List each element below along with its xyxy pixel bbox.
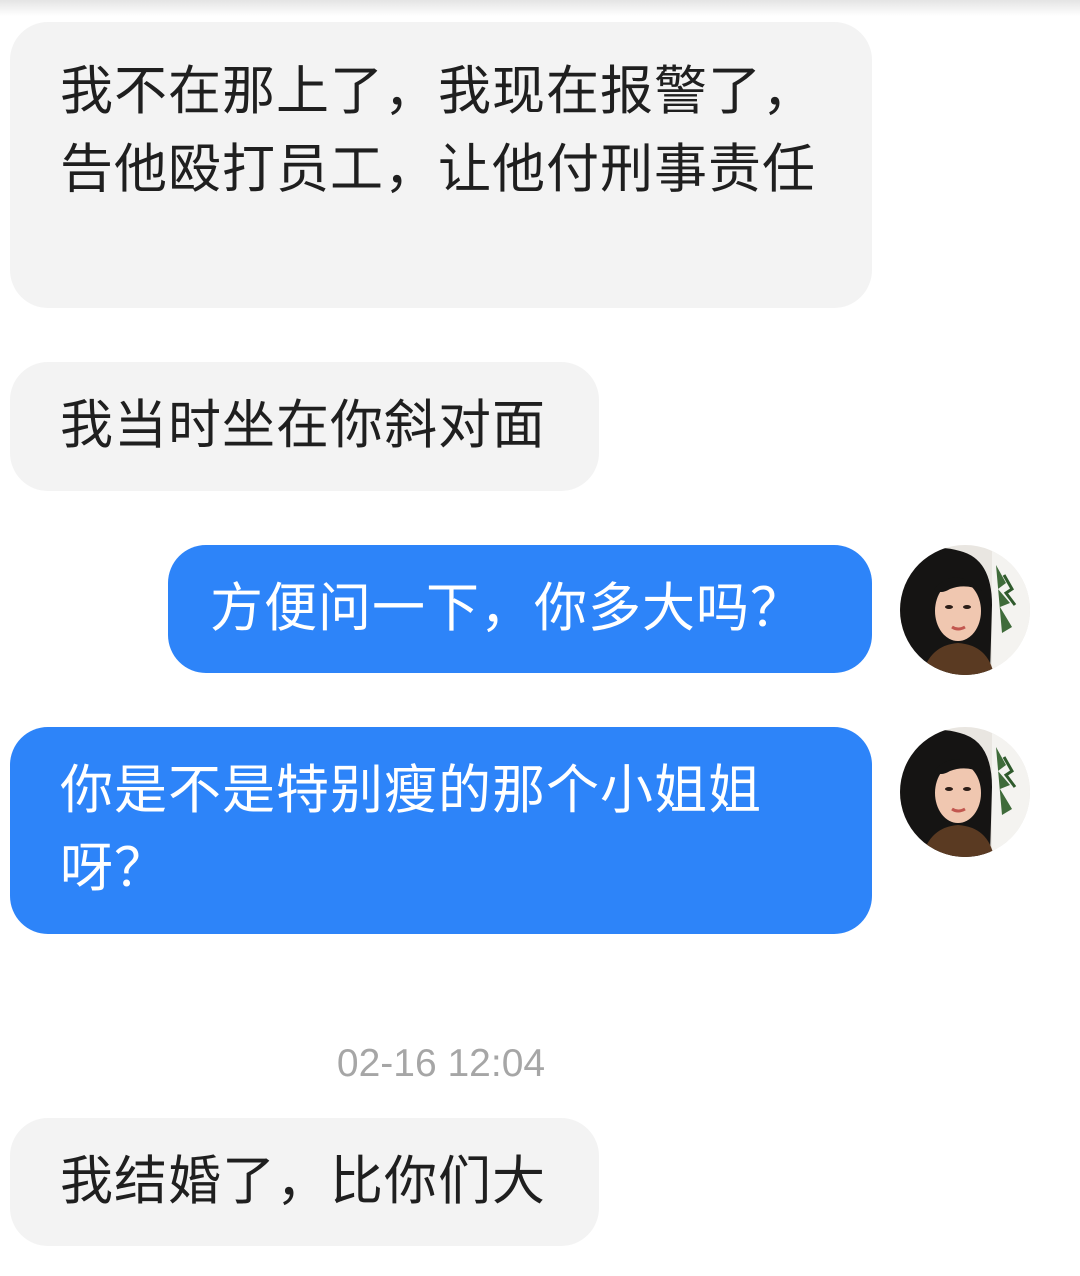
user-avatar-photo <box>900 727 1030 857</box>
top-shadow <box>0 0 1080 16</box>
avatar[interactable] <box>900 545 1030 675</box>
message-bubble-outgoing[interactable]: 方便问一下，你多大吗？ <box>168 545 872 673</box>
message-text: 你是不是特别瘦的那个小姐姐呀？ <box>60 760 762 899</box>
message-text: 我当时坐在你斜对面 <box>60 395 546 456</box>
message-text: 我不在那上了，我现在报警了，告他殴打员工，让他付刑事责任 <box>60 61 816 200</box>
message-timestamp: 02-16 12:04 <box>336 1042 546 1085</box>
message-bubble-incoming[interactable]: 我结婚了，比你们大 <box>10 1118 599 1246</box>
avatar[interactable] <box>900 727 1030 857</box>
message-text: 方便问一下，你多大吗？ <box>210 578 804 639</box>
user-avatar-photo <box>900 545 1030 675</box>
message-bubble-outgoing[interactable]: 你是不是特别瘦的那个小姐姐呀？ <box>10 727 872 934</box>
message-bubble-incoming[interactable]: 我当时坐在你斜对面 <box>10 362 599 491</box>
message-bubble-incoming[interactable]: 我不在那上了，我现在报警了，告他殴打员工，让他付刑事责任 <box>10 22 872 308</box>
message-text: 我结婚了，比你们大 <box>60 1151 546 1212</box>
